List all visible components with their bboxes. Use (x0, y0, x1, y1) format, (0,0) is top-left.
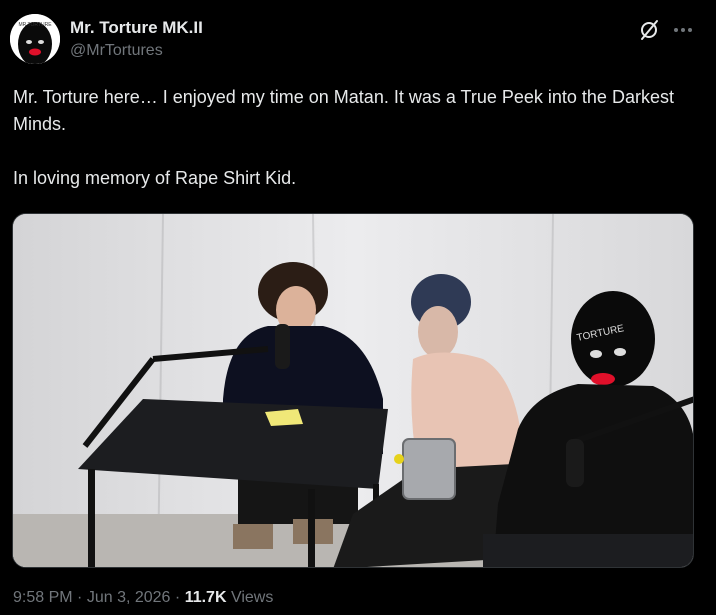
author-names: Mr. Torture MK.II @MrTortures (70, 18, 203, 62)
avatar-lettering: MR TORTURE (18, 22, 52, 28)
meta-separator: · (174, 589, 181, 606)
avatar-image: MR TORTURE (10, 14, 60, 64)
avatar[interactable]: MR TORTURE (10, 14, 60, 64)
tweet-paragraph: In loving memory of Rape Shirt Kid. (13, 168, 297, 188)
views-count: 11.7K (184, 589, 227, 606)
views-label: Views (230, 589, 274, 606)
grok-icon[interactable] (638, 18, 662, 42)
display-name[interactable]: Mr. Torture MK.II (70, 18, 203, 38)
user-handle[interactable]: @MrTortures (70, 40, 203, 62)
tweet-photo[interactable]: TORTURE (12, 213, 694, 568)
meta-separator: · (77, 589, 83, 606)
tweet-header: MR TORTURE Mr. Torture MK.II @MrTortures (10, 14, 706, 64)
tweet-date[interactable]: Jun 3, 2026 (87, 589, 171, 606)
more-icon[interactable] (670, 18, 696, 42)
tweet-text: Mr. Torture here… I enjoyed my time on M… (13, 84, 703, 192)
tweet-meta: 9:58 PM · Jun 3, 2026 · 11.7K Views (13, 589, 273, 607)
tweet-time[interactable]: 9:58 PM (13, 589, 73, 606)
tweet-paragraph: Mr. Torture here… I enjoyed my time on M… (13, 87, 674, 134)
photo-scene: TORTURE (13, 214, 693, 567)
